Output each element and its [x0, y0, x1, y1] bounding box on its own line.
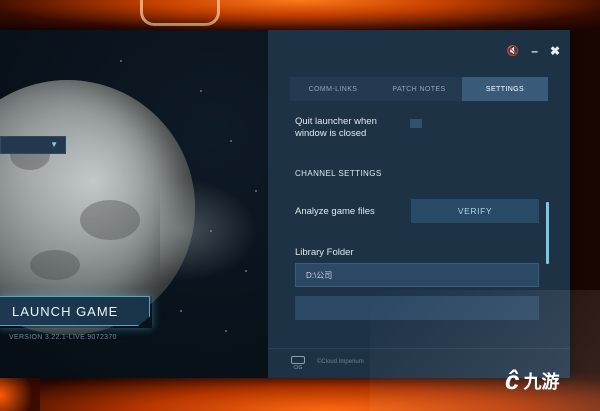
analyze-files-label: Analyze game files [295, 206, 375, 217]
copyright-text: ©Cloud Imperium [317, 359, 364, 365]
settings-scrollbar[interactable] [546, 202, 549, 264]
window-controls: 🔇 – ✖ [507, 44, 560, 58]
verify-button[interactable]: VERIFY [411, 199, 539, 223]
cig-logo-text: CIG [293, 365, 303, 371]
library-folder-field[interactable]: D:\公司 [295, 263, 539, 287]
watermark-logo-icon: ĉ [505, 365, 520, 395]
watermark: ĉ 九游 [505, 365, 559, 396]
tab-patch-notes[interactable]: PATCH NOTES [376, 77, 462, 101]
launcher-hero-pane: ▼ LAUNCH GAME VERSION 3.22.1-LIVE.907237… [0, 30, 268, 378]
launch-game-label: LAUNCH GAME [12, 303, 119, 319]
background-top [0, 0, 600, 30]
quit-launcher-label: Quit launcher when window is closed [295, 116, 377, 140]
quit-launcher-checkbox[interactable] [410, 119, 422, 128]
asteroid-debris [160, 170, 268, 290]
cig-logo: CIG [291, 356, 305, 371]
channel-settings-title: CHANNEL SETTINGS [295, 169, 382, 178]
launch-game-button[interactable]: LAUNCH GAME [0, 296, 150, 326]
library-folder-label: Library Folder [295, 247, 354, 258]
watermark-text: 九游 [523, 371, 560, 392]
quit-launcher-line2: window is closed [295, 128, 367, 139]
watermark-overlay [370, 290, 600, 411]
channel-dropdown[interactable]: ▼ [0, 136, 66, 154]
chevron-down-icon: ▼ [50, 140, 58, 149]
minimize-icon[interactable]: – [531, 44, 538, 58]
version-text: VERSION 3.22.1-LIVE.9072370 [9, 334, 117, 341]
tab-bar: COMM-LINKS PATCH NOTES SETTINGS [290, 77, 548, 101]
cig-badge-icon [291, 356, 305, 364]
speaker-muted-icon[interactable]: 🔇 [507, 46, 519, 57]
tab-settings[interactable]: SETTINGS [462, 77, 548, 101]
background-frame [140, 0, 220, 26]
quit-launcher-line1: Quit launcher when [295, 116, 377, 127]
close-icon[interactable]: ✖ [550, 44, 560, 58]
tab-comm-links[interactable]: COMM-LINKS [290, 77, 376, 101]
